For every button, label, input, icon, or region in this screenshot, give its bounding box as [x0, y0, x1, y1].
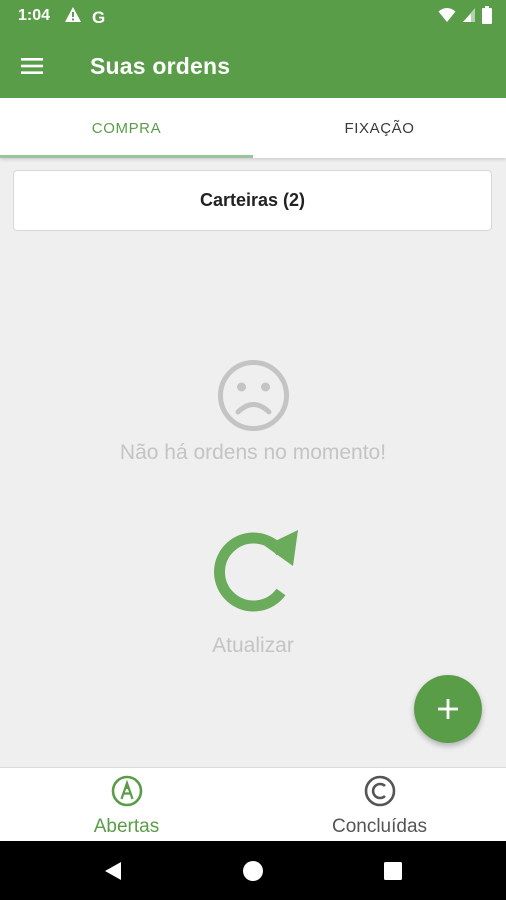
system-navigation-bar — [0, 841, 506, 900]
tab-indicator — [0, 155, 253, 158]
refresh-label: Atualizar — [212, 634, 294, 657]
add-order-button[interactable] — [414, 675, 482, 743]
sad-face-icon — [216, 358, 291, 433]
tab-bar: COMPRA FIXAÇÃO — [0, 98, 506, 158]
tab-label: FIXAÇÃO — [344, 119, 415, 137]
a-circle-icon — [111, 775, 142, 807]
plus-icon — [438, 699, 458, 719]
c-circle-icon — [364, 775, 395, 807]
warning-icon — [64, 6, 82, 29]
tab-label: COMPRA — [91, 119, 162, 137]
recents-icon[interactable] — [381, 859, 405, 883]
hamburger-menu-icon[interactable] — [18, 52, 46, 80]
status-left-icons: G — [64, 6, 105, 29]
tab-compra[interactable]: COMPRA — [0, 98, 253, 158]
signal-icon — [462, 7, 476, 28]
back-icon[interactable] — [101, 859, 125, 883]
refresh-icon[interactable] — [203, 522, 303, 617]
screen: 1:04 G Suas ordens COMPRA FIXAÇÃO Cartei… — [0, 0, 506, 900]
google-icon: G — [92, 7, 106, 27]
wallets-label: Carteiras (2) — [199, 190, 306, 210]
nav-label: Abertas — [93, 816, 160, 837]
app-bar: Suas ordens — [0, 32, 506, 98]
status-time: 1:04 — [18, 7, 51, 24]
empty-message: Não há ordens no momento! — [119, 441, 387, 464]
tab-fixacao[interactable]: FIXAÇÃO — [253, 98, 506, 158]
home-icon[interactable] — [241, 859, 265, 883]
nav-label: Concluídas — [331, 816, 428, 837]
wifi-icon — [438, 7, 456, 28]
battery-icon — [482, 6, 492, 29]
status-right-icons — [438, 6, 492, 29]
nav-concluidas[interactable]: Concluídas — [253, 768, 506, 841]
nav-abertas[interactable]: Abertas — [0, 768, 253, 841]
wallets-button[interactable]: Carteiras (2) — [13, 170, 492, 231]
bottom-navigation: Abertas Concluídas — [0, 767, 506, 841]
page-title: Suas ordens — [90, 53, 231, 79]
status-bar: 1:04 G — [0, 0, 506, 32]
